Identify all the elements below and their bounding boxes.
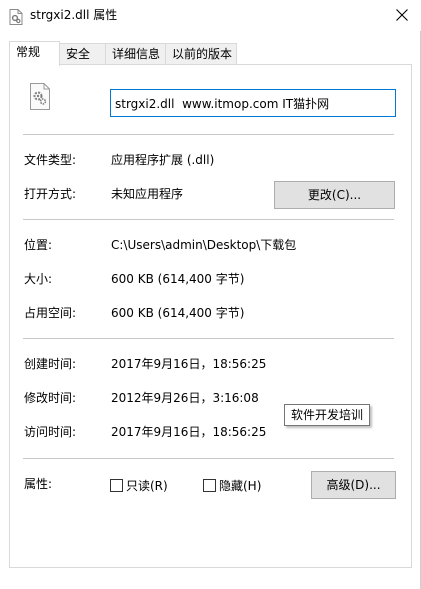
file-name-input[interactable] <box>110 89 396 117</box>
accessed-label: 访问时间: <box>24 425 77 439</box>
dll-file-icon <box>30 83 50 110</box>
title-bar[interactable]: strgxi2.dll 属性 <box>0 0 421 31</box>
location-value: C:\Users\admin\Desktop\下载包 <box>111 238 297 252</box>
readonly-checkbox[interactable] <box>110 479 123 492</box>
modified-value: 2012年9月26日，3:16:08 <box>111 391 259 405</box>
properties-dialog: strgxi2.dll 属性 常规 安全 详细信息 以前的版本 文件类型: 应用… <box>0 0 421 589</box>
created-value: 2017年9月16日，18:56:25 <box>111 357 267 371</box>
open-with-value: 未知应用程序 <box>111 187 184 201</box>
attributes-label: 属性: <box>24 477 53 491</box>
size-on-disk-label: 占用空间: <box>24 306 77 320</box>
hidden-checkbox[interactable] <box>203 479 216 492</box>
size-value: 600 KB (614,400 字节) <box>111 272 245 286</box>
tab-details[interactable]: 详细信息 <box>105 43 166 65</box>
open-with-label: 打开方式: <box>24 187 77 201</box>
hidden-label[interactable]: 隐藏(H) <box>219 478 261 494</box>
size-on-disk-value: 600 KB (614,400 字节) <box>111 306 245 320</box>
window-title: strgxi2.dll 属性 <box>30 8 118 22</box>
separator <box>23 219 394 220</box>
readonly-label[interactable]: 只读(R) <box>126 478 168 494</box>
separator <box>23 458 394 459</box>
created-label: 创建时间: <box>24 357 77 371</box>
tab-previous-versions[interactable]: 以前的版本 <box>165 43 237 65</box>
accessed-value: 2017年9月16日，18:56:25 <box>111 425 267 439</box>
size-label: 大小: <box>24 272 53 286</box>
advanced-button[interactable]: 高级(D)... <box>311 471 396 499</box>
tab-general[interactable]: 常规 <box>9 41 60 66</box>
file-type-value: 应用程序扩展 (.dll) <box>111 153 215 167</box>
location-label: 位置: <box>24 238 53 252</box>
tooltip: 软件开发培训 <box>284 404 371 426</box>
tab-security[interactable]: 安全 <box>59 43 106 65</box>
separator <box>23 338 394 339</box>
file-type-label: 文件类型: <box>24 153 77 167</box>
close-button[interactable] <box>389 4 415 26</box>
close-icon <box>396 9 408 21</box>
separator <box>23 134 394 135</box>
change-button[interactable]: 更改(C)... <box>274 181 395 209</box>
modified-label: 修改时间: <box>24 391 77 405</box>
dll-file-icon <box>9 9 23 25</box>
